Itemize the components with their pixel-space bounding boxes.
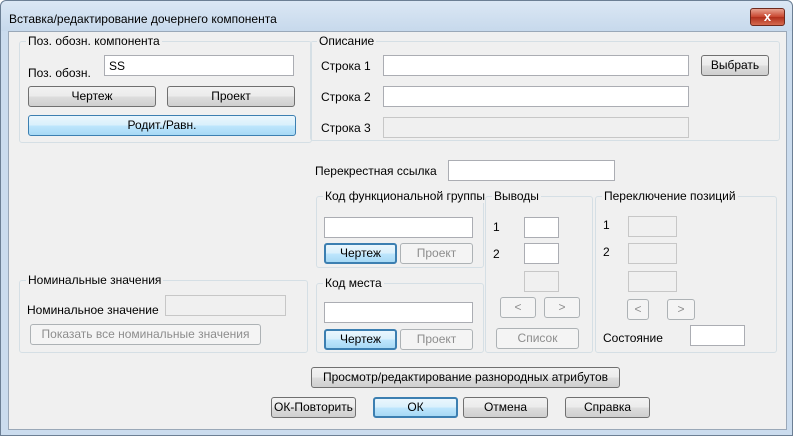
cancel-button[interactable]: Отмена	[463, 397, 548, 418]
tag-project-button[interactable]: Проект	[167, 86, 295, 107]
select-button[interactable]: Выбрать	[701, 55, 769, 76]
line3-label: Строка 3	[321, 121, 371, 135]
component-tag-group: Поз. обозн. компонента Поз. обозн. Черте…	[19, 34, 312, 143]
pin1-label: 1	[493, 220, 500, 234]
pins-list-button: Список	[496, 328, 579, 349]
line3-input	[383, 117, 689, 138]
close-button[interactable]: x	[750, 8, 785, 26]
tag-input[interactable]	[104, 55, 294, 76]
tag-label: Поз. обозн.	[28, 66, 91, 80]
component-tag-group-title: Поз. обозн. компонента	[26, 34, 162, 48]
pos3-input	[628, 271, 677, 292]
help-button[interactable]: Справка	[565, 397, 650, 418]
pin2-input[interactable]	[524, 243, 559, 264]
dialog-window: Вставка/редактирование дочернего компоне…	[0, 0, 793, 436]
line2-input[interactable]	[383, 86, 689, 107]
function-group-input[interactable]	[324, 217, 473, 238]
window-title: Вставка/редактирование дочернего компоне…	[9, 12, 277, 26]
line1-input[interactable]	[383, 55, 689, 76]
misc-attributes-button[interactable]: Просмотр/редактирование разнородных атри…	[311, 367, 620, 388]
description-group: Описание Строка 1 Выбрать Строка 2 Строк…	[310, 34, 780, 141]
show-all-ratings-button: Показать все номинальные значения	[30, 324, 261, 345]
pin3-input	[524, 271, 559, 292]
location-group-title: Код места	[323, 276, 384, 290]
pins-prev-button: <	[500, 297, 536, 318]
cross-reference-input[interactable]	[448, 160, 615, 181]
pos1-input	[628, 216, 677, 237]
pos2-label: 2	[603, 245, 610, 259]
parent-sibling-button[interactable]: Родит./Равн.	[28, 115, 296, 136]
pos1-label: 1	[603, 218, 610, 232]
state-input[interactable]	[690, 325, 745, 346]
function-group-drawing-button[interactable]: Чертеж	[324, 243, 397, 264]
pins-group-title: Выводы	[492, 189, 541, 203]
line2-label: Строка 2	[321, 90, 371, 104]
function-group-group: Код функциональной группы Чертеж Проект	[316, 189, 488, 268]
tag-drawing-button[interactable]: Чертеж	[28, 86, 156, 107]
line1-label: Строка 1	[321, 59, 371, 73]
state-label: Состояние	[603, 331, 663, 345]
ok-button[interactable]: ОК	[373, 397, 458, 418]
pins-group: Выводы 1 2 < > Список	[485, 189, 593, 353]
location-group: Код места Чертеж Проект	[316, 276, 484, 353]
pin2-label: 2	[493, 247, 500, 261]
function-group-project-button: Проект	[400, 243, 473, 264]
ok-repeat-button[interactable]: ОК-Повторить	[271, 397, 356, 418]
description-group-title: Описание	[317, 34, 377, 48]
location-input[interactable]	[324, 302, 473, 323]
positions-group: Переключение позиций 1 2 < > Состояние	[595, 189, 777, 353]
rating-input	[165, 295, 286, 316]
rating-label: Номинальное значение	[27, 303, 159, 317]
location-project-button: Проект	[400, 329, 473, 350]
positions-next-button: >	[667, 299, 695, 320]
positions-prev-button: <	[627, 299, 649, 320]
ratings-group: Номинальные значения Номинальное значени…	[19, 273, 308, 353]
dialog-body: Поз. обозн. компонента Поз. обозн. Черте…	[8, 31, 787, 430]
positions-group-title: Переключение позиций	[602, 189, 738, 203]
function-group-title: Код функциональной группы	[323, 189, 488, 203]
close-icon: x	[763, 9, 772, 24]
title-bar[interactable]: Вставка/редактирование дочернего компоне…	[1, 1, 792, 31]
location-drawing-button[interactable]: Чертеж	[324, 329, 397, 350]
cross-reference-label: Перекрестная ссылка	[315, 164, 437, 178]
pin1-input[interactable]	[524, 217, 559, 238]
pos2-input	[628, 243, 677, 264]
pins-next-button: >	[544, 297, 580, 318]
ratings-group-title: Номинальные значения	[26, 273, 164, 287]
